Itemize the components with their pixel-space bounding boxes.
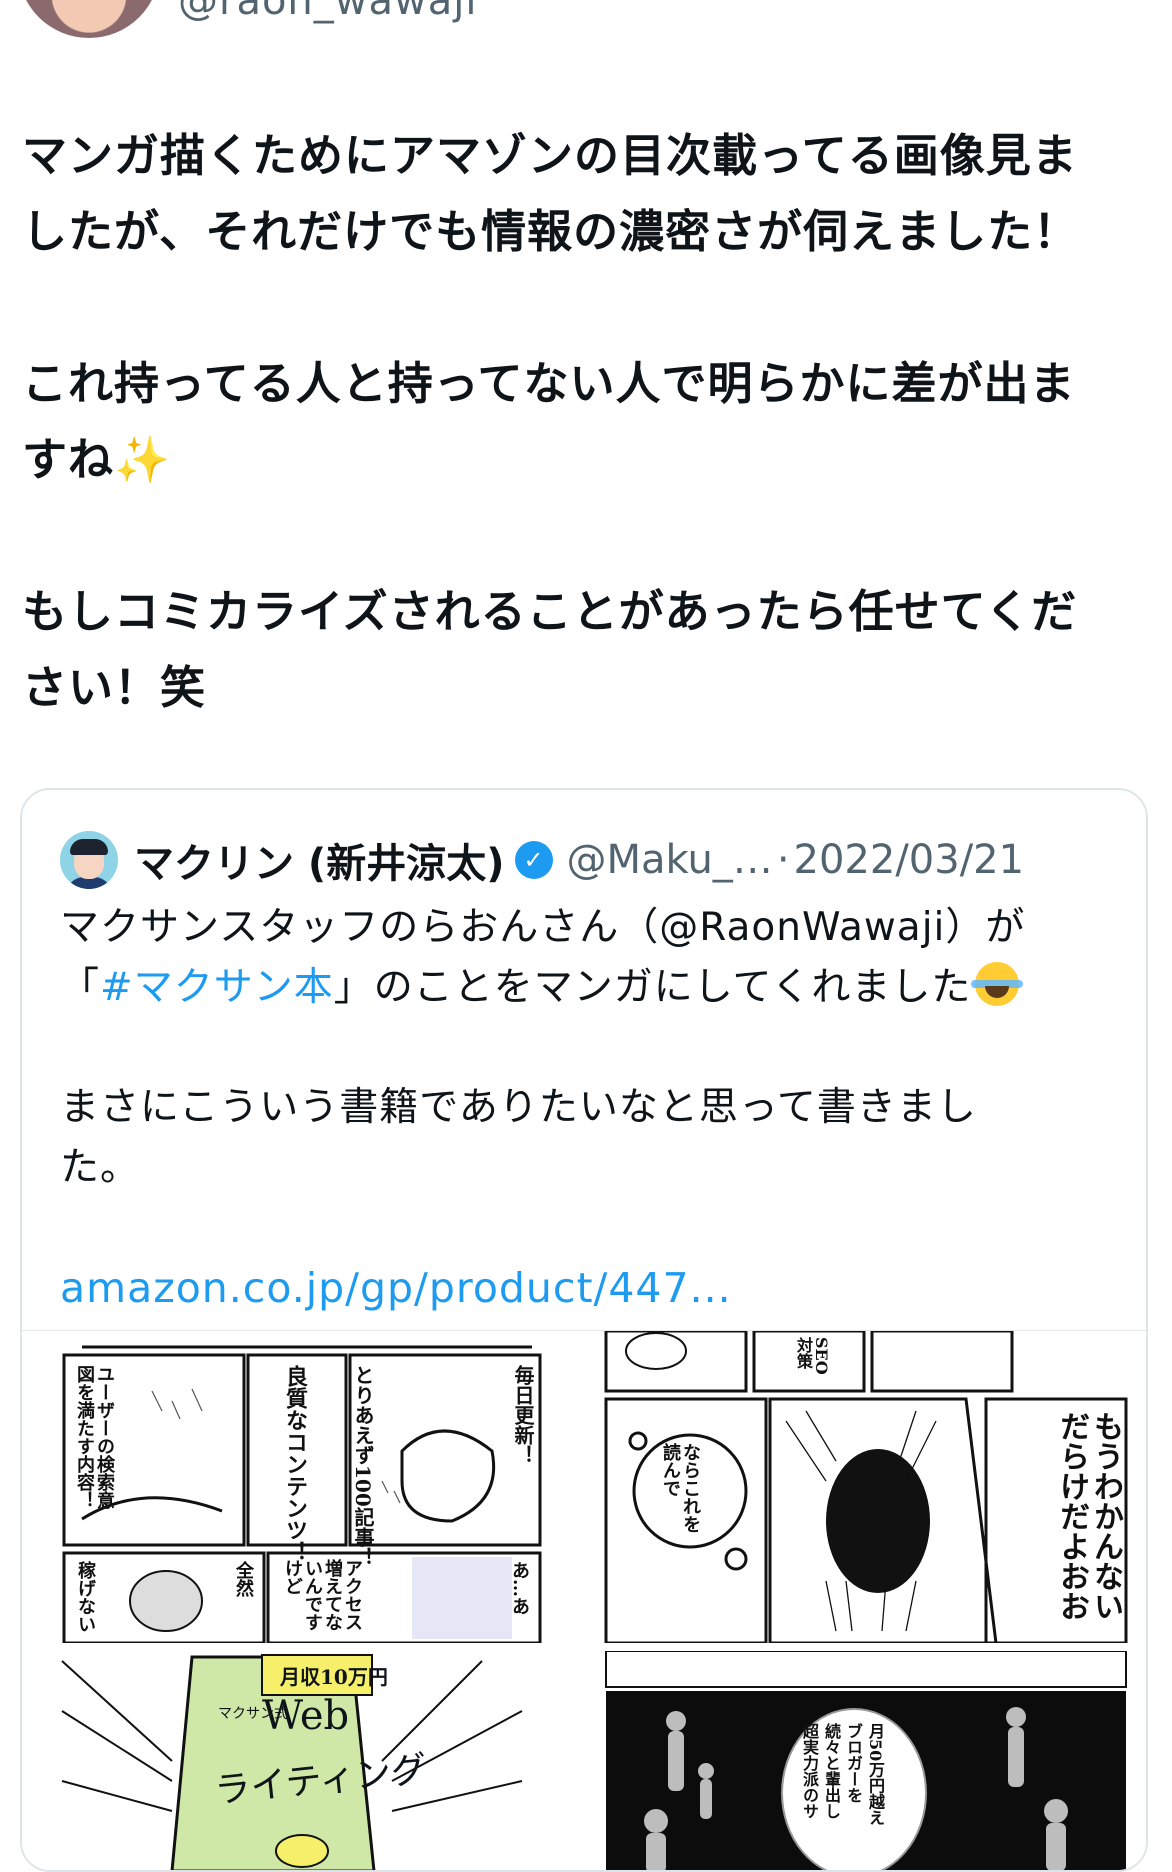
manga-text: 全然 bbox=[233, 1561, 254, 1597]
laughing-emoji-icon bbox=[971, 962, 1024, 1006]
quoted-author-handle[interactable]: @Maku_… bbox=[567, 837, 773, 883]
quoted-date[interactable]: 2022/03/21 bbox=[794, 837, 1025, 883]
media-grid: 毎日更新！ とりあえず100記事！ 良質なコンテンツ！ ユーザーの検索意図を満た… bbox=[22, 1330, 1146, 1870]
sparkles-icon: ✨ bbox=[114, 433, 172, 486]
separator-dot: · bbox=[776, 837, 790, 883]
hashtag-link[interactable]: #マクサン本 bbox=[100, 965, 334, 1010]
tweet-body: マンガ描くためにアマゾンの目次載ってる画像見ま したが、それだけでも情報の濃密さ… bbox=[22, 118, 1142, 726]
tweet-line: もしコミカライズされることがあったら任せてくだ bbox=[22, 585, 1078, 638]
manga-text: 稼げない bbox=[75, 1561, 96, 1633]
tweet-line: したが、それだけでも情報の濃密さが伺えました！ bbox=[22, 205, 1080, 258]
verified-badge-icon: ✓ bbox=[514, 841, 553, 879]
manga-text: Web bbox=[262, 1693, 350, 1739]
manga-text: 良質なコンテンツ！ bbox=[282, 1365, 308, 1563]
author-header: @raon_wawaji bbox=[0, 0, 1172, 60]
tweet-line: さい！笑 bbox=[22, 661, 207, 714]
quoted-line: amazon.co.jp/gp/product/447... bbox=[60, 1258, 1120, 1320]
manga-text: アクセス増えてないんですけど bbox=[282, 1559, 363, 1631]
manga-text: 超実力派のサ bbox=[800, 1723, 819, 1819]
quoted-line: 「#マクサン本」のことをマンガにしてくれました bbox=[60, 958, 1120, 1018]
quoted-tweet-card[interactable]: マクリン (新井涼太) ✓ @Maku_… · 2022/03/21 マクサンス… bbox=[20, 788, 1148, 1872]
manga-text: ブロガーを bbox=[844, 1723, 863, 1803]
tweet-line: マンガ描くためにアマゾンの目次載ってる画像見ま bbox=[22, 129, 1078, 182]
manga-text: SEO対策 bbox=[794, 1337, 831, 1375]
manga-text: 続々と輩出し bbox=[822, 1723, 841, 1819]
quoted-avatar[interactable] bbox=[60, 831, 118, 889]
tweet-line: すね✨ bbox=[22, 422, 1142, 498]
manga-image-4[interactable]: 超実力派のサ 続々と輩出し ブロガーを 月50万円越え bbox=[586, 1651, 1146, 1870]
manga-image-2[interactable]: もうわかんないだらけだよおお ならこれを読んで SEO対策 bbox=[586, 1331, 1146, 1643]
quoted-line-text: 」のことをマンガにしてくれました bbox=[333, 965, 972, 1010]
tweet-line: これ持ってる人と持ってない人で明らかに差が出ま bbox=[22, 357, 1076, 410]
manga-text: とりあえず100記事！ bbox=[351, 1365, 375, 1567]
manga-image-3[interactable]: 月収10万円 マクサン式 Web ライティング bbox=[22, 1651, 582, 1870]
manga-text: 毎日更新！ bbox=[511, 1365, 535, 1465]
manga-image-1[interactable]: 毎日更新！ とりあえず100記事！ 良質なコンテンツ！ ユーザーの検索意図を満た… bbox=[22, 1331, 582, 1643]
manga-text: ならこれを読んで bbox=[660, 1443, 701, 1533]
quote-bracket-open: 「 bbox=[60, 965, 101, 1010]
quoted-tweet-header: マクリン (新井涼太) ✓ @Maku_… · 2022/03/21 bbox=[60, 830, 1024, 890]
quoted-tweet-body: マクサンスタッフのらおんさん（@RaonWawaji）が 「#マクサン本」のこと… bbox=[60, 898, 1120, 1320]
manga-text: あ…あ bbox=[509, 1561, 530, 1615]
product-link[interactable]: amazon.co.jp/gp/product/447... bbox=[60, 1264, 732, 1312]
quoted-line: た。 bbox=[60, 1145, 141, 1190]
manga-text: 月収10万円 bbox=[280, 1665, 388, 1689]
quoted-line: まさにこういう書籍でありたいなと思って書きまし bbox=[60, 1085, 977, 1130]
quoted-author-name[interactable]: マクリン (新井涼太) bbox=[134, 831, 505, 889]
tweet-line-text: すね bbox=[22, 433, 115, 486]
manga-text: もうわかんないだらけだよおお bbox=[1054, 1411, 1123, 1621]
avatar[interactable] bbox=[18, 0, 160, 38]
author-handle[interactable]: @raon_wawaji bbox=[178, 0, 477, 24]
quoted-line: マクサンスタッフのらおんさん（@RaonWawaji）が bbox=[60, 905, 1026, 950]
manga-text: 月50万円越え bbox=[866, 1723, 885, 1826]
avatar-hair-shape bbox=[70, 839, 108, 855]
manga-text: ユーザーの検索意図を満たす内容！ bbox=[74, 1365, 115, 1509]
